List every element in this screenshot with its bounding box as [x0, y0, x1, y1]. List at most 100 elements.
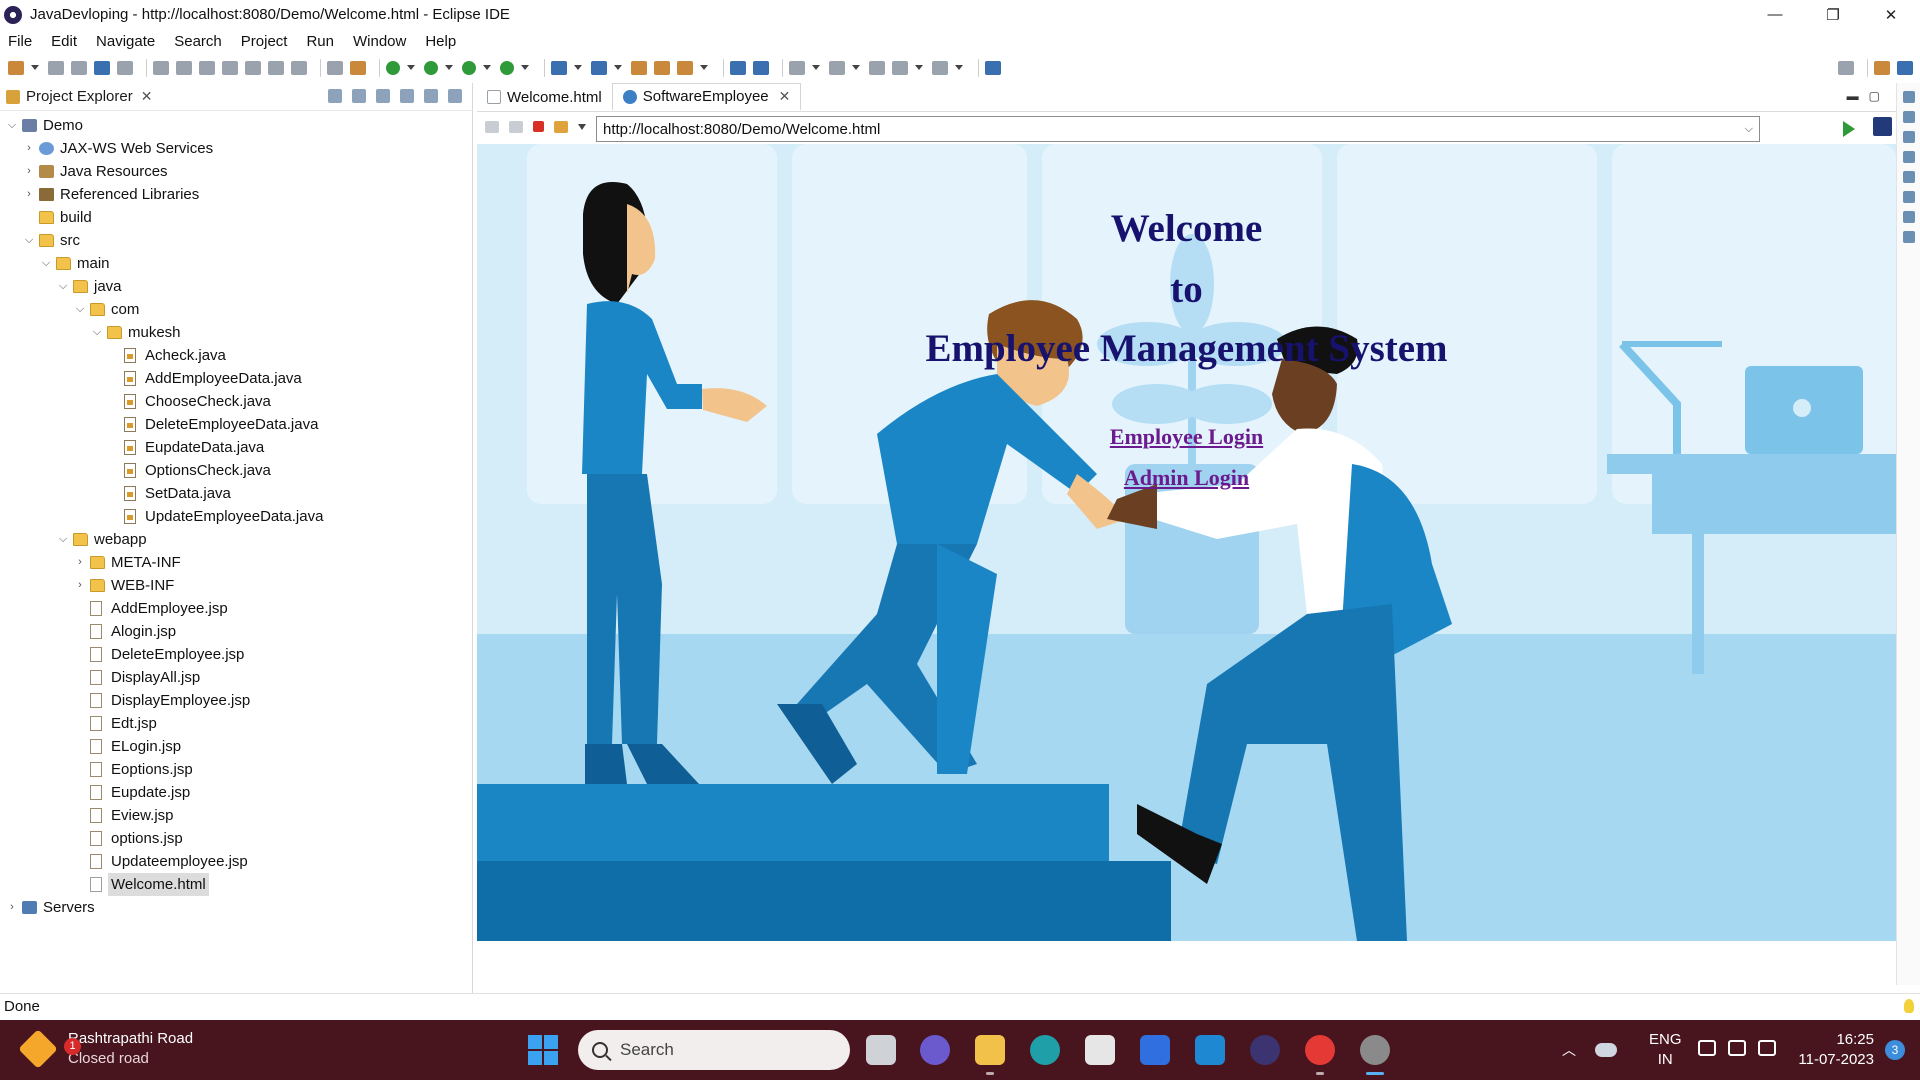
tree-item[interactable]: AddEmployee.jsp [0, 597, 472, 620]
menu-search[interactable]: Search [174, 33, 222, 50]
chevron-down-icon[interactable]: ⌵ [6, 114, 18, 137]
terminate-icon[interactable] [199, 61, 215, 75]
external-tools-dropdown-icon[interactable] [521, 65, 529, 71]
tree-item[interactable]: ⌵ webapp [0, 528, 472, 551]
tree-item[interactable]: DeleteEmployee.jsp [0, 643, 472, 666]
link-with-editor-icon[interactable] [352, 89, 366, 103]
search-tool-dropdown-icon[interactable] [700, 65, 708, 71]
run-icon[interactable] [424, 61, 438, 75]
onedrive-icon[interactable] [1595, 1043, 1617, 1057]
tree-item[interactable]: build [0, 206, 472, 229]
taskbar-search[interactable]: Search [578, 1030, 850, 1070]
tab-software-employee[interactable]: SoftwareEmployee ✕ [611, 83, 802, 111]
editor-minmax-controls[interactable]: ▬▢ [1847, 89, 1890, 103]
previous-annotation-dropdown-icon[interactable] [852, 65, 860, 71]
close-window-button[interactable]: ✕ [1862, 0, 1920, 29]
close-icon[interactable]: ✕ [141, 88, 153, 105]
chevron-right-icon[interactable]: › [6, 896, 18, 919]
tree-item[interactable]: › Java Resources [0, 160, 472, 183]
minimize-button[interactable]: — [1746, 0, 1804, 29]
tree-item[interactable]: options.jsp [0, 827, 472, 850]
open-task-icon[interactable] [654, 61, 670, 75]
tree-item[interactable]: Welcome.html [0, 873, 472, 896]
new-class-icon[interactable] [591, 61, 607, 75]
back-icon[interactable] [892, 61, 908, 75]
resume-icon[interactable] [153, 61, 169, 75]
restore-view-icon[interactable] [1902, 91, 1915, 103]
outline-view-icon[interactable] [1902, 111, 1915, 123]
step-into-icon[interactable] [245, 61, 261, 75]
tree-item[interactable]: › META-INF [0, 551, 472, 574]
tree-item[interactable]: UpdateEmployeeData.java [0, 505, 472, 528]
launch-icon[interactable] [985, 61, 1001, 75]
tree-item[interactable]: DisplayEmployee.jsp [0, 689, 472, 712]
open-external-browser-icon[interactable] [1873, 117, 1892, 136]
chat-icon[interactable] [920, 1035, 950, 1065]
system-icons[interactable] [1698, 1040, 1788, 1056]
tree-item[interactable]: Eview.jsp [0, 804, 472, 827]
chevron-right-icon[interactable]: › [23, 137, 35, 160]
forward-icon[interactable] [932, 61, 948, 75]
close-icon[interactable]: ✕ [779, 88, 791, 105]
chrome-icon[interactable] [1305, 1035, 1335, 1075]
data-source-view-icon[interactable] [1902, 191, 1915, 203]
weather-widget[interactable]: 1 Rashtrapathi Road Closed road [18, 1029, 193, 1069]
tree-item[interactable]: Acheck.java [0, 344, 472, 367]
tree-item[interactable]: ⌵ Demo [0, 114, 472, 137]
web-browser-icon[interactable] [730, 61, 746, 75]
menu-project[interactable]: Project [241, 33, 288, 50]
admin-login-link[interactable]: Admin Login [477, 465, 1896, 491]
chevron-down-icon[interactable]: ⌵ [23, 229, 35, 252]
mark-icon[interactable] [350, 61, 366, 75]
url-input[interactable]: http://localhost:8080/Demo/Welcome.html … [596, 116, 1760, 142]
coverage-dropdown-icon[interactable] [483, 65, 491, 71]
eclipse-icon[interactable] [1250, 1035, 1280, 1065]
chevron-down-icon[interactable]: ⌵ [57, 275, 69, 298]
coverage-icon[interactable] [462, 61, 476, 75]
tree-item[interactable]: ChooseCheck.java [0, 390, 472, 413]
edge-browser-icon[interactable] [1030, 1035, 1060, 1065]
chevron-down-icon[interactable]: ⌵ [91, 321, 103, 344]
language-indicator[interactable]: ENG IN [1649, 1030, 1682, 1070]
search-tool-icon[interactable] [677, 61, 693, 75]
java-ee-perspective-icon[interactable] [1897, 61, 1913, 75]
microsoft-store-icon[interactable] [1085, 1035, 1115, 1065]
back-arrow-icon[interactable] [485, 120, 499, 133]
servers-view-icon[interactable] [1902, 171, 1915, 183]
collapse-all-icon[interactable] [328, 89, 342, 103]
tree-item[interactable]: › JAX-WS Web Services [0, 137, 472, 160]
open-type-icon[interactable] [631, 61, 647, 75]
menu-help[interactable]: Help [425, 33, 456, 50]
tree-item[interactable]: OptionsCheck.java [0, 459, 472, 482]
menu-run[interactable]: Run [306, 33, 334, 50]
file-explorer-icon[interactable] [975, 1035, 1005, 1075]
tree-item[interactable]: › WEB-INF [0, 574, 472, 597]
settings-gear-icon[interactable] [1360, 1035, 1390, 1075]
skip-breakpoints-icon[interactable] [117, 61, 133, 75]
last-edit-icon[interactable] [869, 61, 885, 75]
save-icon[interactable] [48, 61, 64, 75]
task-view-icon[interactable] [866, 1035, 896, 1065]
chevron-right-icon[interactable]: › [23, 160, 35, 183]
debug-icon[interactable] [386, 61, 400, 75]
start-button[interactable] [528, 1035, 558, 1065]
refresh-icon[interactable] [554, 120, 568, 133]
snippets-view-icon[interactable] [1902, 211, 1915, 223]
minimize-view-icon[interactable] [424, 89, 438, 103]
employee-login-link[interactable]: Employee Login [477, 424, 1896, 450]
step-over-icon[interactable] [268, 61, 284, 75]
dropbox-icon[interactable] [1140, 1035, 1170, 1065]
restore-button[interactable]: ❐ [1804, 0, 1862, 29]
tab-welcome-html[interactable]: Welcome.html [477, 83, 612, 111]
tree-item[interactable]: › Referenced Libraries [0, 183, 472, 206]
new-icon[interactable] [8, 61, 24, 75]
save-all-icon[interactable] [71, 61, 87, 75]
forward-arrow-icon[interactable] [509, 120, 523, 133]
project-explorer-tab[interactable]: Project Explorer ✕ [0, 83, 472, 111]
chevron-right-icon[interactable]: › [74, 551, 86, 574]
tree-item[interactable]: › Servers [0, 896, 472, 919]
new-dropdown-icon[interactable] [31, 65, 39, 71]
tree-item[interactable]: Eoptions.jsp [0, 758, 472, 781]
clock[interactable]: 16:25 11-07-2023 [1784, 1030, 1874, 1070]
console-view-icon[interactable] [1902, 231, 1915, 243]
